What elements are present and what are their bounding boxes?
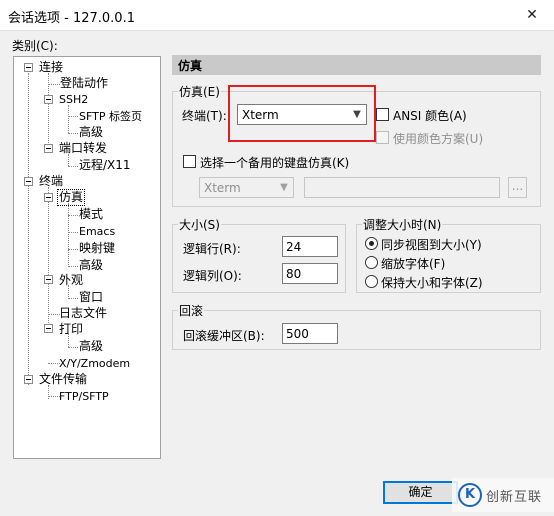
tree-line [68, 266, 78, 267]
collapse-icon[interactable] [44, 324, 53, 333]
alt-keyboard-label: 选择一个备用的键盘仿真(K) [200, 156, 350, 170]
tree-item-connection[interactable]: 连接 [38, 60, 64, 75]
alt-keyboard-path-field[interactable] [304, 177, 500, 198]
tree-item-file-transfer[interactable]: 文件传输 [38, 372, 88, 387]
tree-item-appearance[interactable]: 外观 [58, 273, 84, 288]
tree-line [68, 298, 78, 299]
keep-size-label: 保持大小和字体(Z) [381, 276, 483, 290]
tree-item-log-file[interactable]: 日志文件 [58, 306, 108, 321]
collapse-icon[interactable] [44, 144, 53, 153]
watermark: K 创新互联 [452, 478, 554, 512]
resize-legend: 调整大小时(N) [363, 218, 442, 232]
use-color-scheme-label: 使用颜色方案(U) [393, 132, 484, 146]
scrollback-legend: 回滚 [179, 304, 204, 318]
rows-input[interactable]: 24 [282, 236, 338, 257]
browse-button[interactable]: ... [508, 177, 527, 198]
watermark-logo-icon: K [458, 483, 482, 507]
tree-line [68, 105, 69, 133]
tree-line [68, 347, 78, 348]
tree-item-window[interactable]: 窗口 [78, 290, 104, 305]
category-label: 类别(C): [12, 39, 58, 53]
tree-item-ftp-sftp[interactable]: FTP/SFTP [58, 389, 110, 404]
sync-view-radio[interactable] [365, 237, 378, 250]
collapse-icon[interactable] [44, 193, 53, 202]
alt-keyboard-select[interactable]: Xterm ▼ [199, 177, 294, 198]
tree-line [68, 232, 78, 233]
category-tree[interactable]: 连接 登陆动作 SSH2 SFTP 标签页 高级 端口转发 远程/X11 终端 … [13, 56, 161, 459]
tree-item-modes[interactable]: 模式 [78, 207, 104, 222]
tree-item-xyzmodem[interactable]: X/Y/Zmodem [58, 356, 131, 371]
scrollback-buffer-label: 回滚缓冲区(B): [183, 329, 265, 343]
scale-font-label: 缩放字体(F) [381, 257, 446, 271]
emulation-legend: 仿真(E) [179, 85, 220, 99]
tree-line [68, 166, 78, 167]
watermark-text: 创新互联 [486, 490, 543, 505]
columns-label: 逻辑列(O): [183, 269, 242, 283]
tree-line [68, 203, 69, 267]
tree-item-printing-advanced[interactable]: 高级 [78, 339, 104, 354]
ok-button[interactable]: 确定 [383, 481, 458, 504]
collapse-icon[interactable] [24, 177, 33, 186]
tree-item-remote-x11[interactable]: 远程/X11 [78, 158, 132, 173]
tree-line [68, 249, 78, 250]
tree-line [68, 215, 78, 216]
panel-header: 仿真 [172, 55, 541, 75]
tree-line [68, 133, 78, 134]
collapse-icon[interactable] [44, 95, 53, 104]
sync-view-label: 同步视图到大小(Y) [381, 238, 482, 252]
tree-item-ssh2[interactable]: SSH2 [58, 92, 89, 107]
tree-item-terminal[interactable]: 终端 [38, 174, 64, 189]
collapse-icon[interactable] [24, 63, 33, 72]
size-legend: 大小(S) [179, 218, 220, 232]
scrollback-buffer-input[interactable]: 500 [282, 323, 338, 344]
ansi-color-label: ANSI 颜色(A) [393, 109, 467, 123]
terminal-label: 终端(T): [182, 109, 227, 123]
title-bar: 会话选项 - 127.0.0.1 ✕ [0, 0, 554, 31]
scale-font-radio[interactable] [365, 256, 378, 269]
window-title: 会话选项 - 127.0.0.1 [8, 11, 135, 26]
tree-item-emulation-advanced[interactable]: 高级 [78, 258, 104, 273]
tree-item-emacs[interactable]: Emacs [78, 224, 116, 239]
tree-item-login-actions[interactable]: 登陆动作 [59, 76, 109, 91]
tree-item-emulation[interactable]: 仿真 [56, 189, 86, 206]
tree-line [48, 187, 49, 333]
tree-item-sftp-tab[interactable]: SFTP 标签页 [78, 109, 143, 124]
ansi-color-checkbox[interactable] [376, 108, 389, 121]
tree-line [28, 73, 29, 385]
rows-label: 逻辑行(R): [183, 242, 241, 256]
tree-item-ssh2-advanced[interactable]: 高级 [78, 125, 104, 140]
highlight-box [228, 85, 376, 142]
keep-size-radio[interactable] [365, 275, 378, 288]
close-icon[interactable]: ✕ [510, 0, 554, 31]
columns-input[interactable]: 80 [282, 263, 338, 284]
collapse-icon[interactable] [44, 275, 53, 284]
tree-item-printing[interactable]: 打印 [58, 322, 84, 337]
use-color-scheme-checkbox[interactable] [376, 131, 389, 144]
alt-keyboard-select-value: Xterm [204, 181, 241, 195]
chevron-down-icon: ▼ [280, 182, 288, 193]
collapse-icon[interactable] [24, 375, 33, 384]
alt-keyboard-checkbox[interactable] [183, 155, 196, 168]
tree-item-mapped-keys[interactable]: 映射键 [78, 241, 116, 256]
tree-line [68, 116, 78, 117]
tree-item-port-forwarding[interactable]: 端口转发 [58, 141, 108, 156]
